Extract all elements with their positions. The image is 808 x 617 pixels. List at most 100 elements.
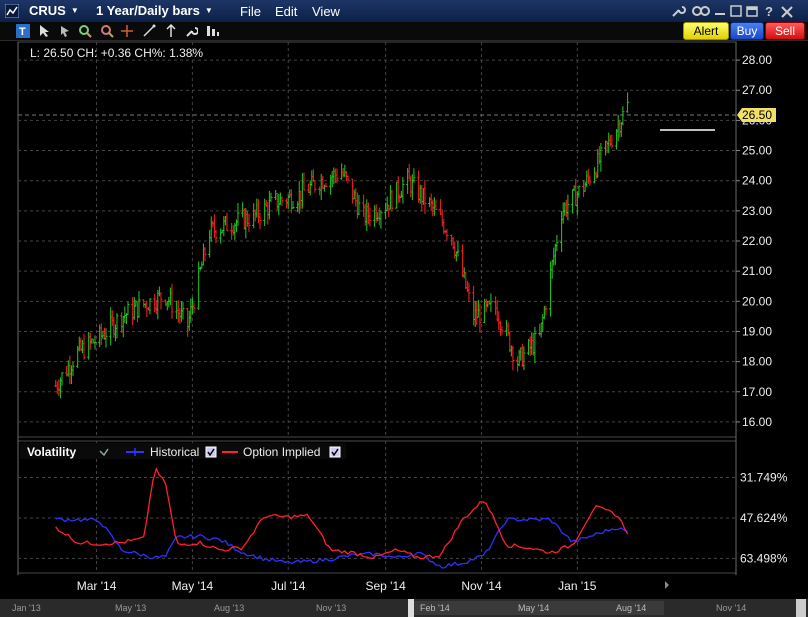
ohlc-bar <box>610 134 614 149</box>
ohlc-bar <box>242 208 246 230</box>
y-tick-label: 17.00 <box>742 385 772 399</box>
ohlc-bar <box>137 291 141 319</box>
y-tick-label: 25.00 <box>742 144 772 158</box>
ohlc-bar <box>297 180 301 214</box>
historical-volatility-line <box>55 517 628 569</box>
range-right-handle[interactable] <box>796 599 806 617</box>
ohlc-bar <box>311 169 315 182</box>
y-tick-label: 23.00 <box>742 204 772 218</box>
ohlc-bar <box>564 199 568 217</box>
range-label: Jan '13 <box>12 603 41 613</box>
ohlc-bar <box>511 345 515 371</box>
ohlc-bar <box>541 314 545 333</box>
ohlc-bar <box>494 296 498 316</box>
volatility-title: Volatility <box>27 445 76 459</box>
ohlc-bar <box>572 185 576 191</box>
ohlc-bar <box>586 168 590 184</box>
ohlc-bar <box>509 345 513 357</box>
ohlc-bar <box>280 196 284 206</box>
ohlc-bar <box>148 298 152 315</box>
historical-checkbox[interactable] <box>205 446 217 458</box>
legend-option-implied: Option Implied <box>243 445 320 459</box>
ohlc-bars <box>54 92 630 399</box>
ohlc-bar <box>289 189 293 213</box>
ohlc-bar <box>258 213 262 230</box>
scroll-right-icon[interactable] <box>665 581 669 589</box>
ohlc-bar <box>423 179 427 214</box>
ohlc-bar <box>87 331 91 360</box>
ohlc-bar <box>618 120 622 138</box>
ohlc-bar <box>440 209 444 227</box>
ohlc-bar <box>608 134 612 147</box>
ohlc-bar <box>209 216 213 242</box>
ohlc-bar <box>621 106 625 126</box>
ohlc-bar <box>505 320 509 337</box>
ohlc-bar <box>355 192 359 219</box>
ohlc-bar <box>154 300 158 315</box>
ohlc-bar <box>390 189 394 212</box>
last-price-value: 26.50 <box>742 108 772 122</box>
ohlc-bar <box>417 170 421 203</box>
ohlc-bar <box>398 194 402 203</box>
range-label: Feb '14 <box>420 603 450 613</box>
ohlc-bar <box>300 173 304 209</box>
range-label: Aug '14 <box>616 603 647 613</box>
ohlc-bar <box>473 300 477 328</box>
ohlc-bar <box>418 184 422 204</box>
ohlc-bar <box>247 213 251 232</box>
ohlc-bar <box>236 203 240 226</box>
ohlc-bar <box>66 360 70 377</box>
ohlc-bar <box>77 336 81 352</box>
ohlc-bar <box>93 335 97 350</box>
ohlc-bar <box>252 203 256 229</box>
ohlc-bar <box>483 298 487 323</box>
x-tick-label: May '14 <box>172 579 214 593</box>
ohlc-bar <box>112 316 116 338</box>
ohlc-bar <box>82 333 86 360</box>
y-tick-label: 16.00 <box>742 415 772 429</box>
ohlc-bar <box>346 175 350 184</box>
y-tick-label: 22.00 <box>742 234 772 248</box>
ohlc-bar <box>500 326 504 336</box>
ohlc-bar <box>519 347 523 361</box>
ohlc-bar <box>489 293 493 313</box>
option-implied-checkbox[interactable] <box>329 446 341 458</box>
ohlc-bar <box>522 346 526 371</box>
ohlc-bar <box>330 170 334 188</box>
chart-area[interactable]: 28.0027.0026.0025.0024.0023.0022.0021.00… <box>0 0 808 617</box>
ohlc-bar <box>528 336 532 357</box>
ohlc-bar <box>599 142 603 172</box>
ohlc-bar <box>212 214 216 238</box>
ohlc-bar <box>616 114 620 142</box>
ohlc-bar <box>156 289 160 320</box>
ohlc-bar <box>508 331 512 353</box>
ohlc-bar <box>310 170 314 186</box>
ohlc-bar <box>475 301 479 325</box>
ohlc-bar <box>552 247 556 266</box>
ohlc-bar <box>498 320 502 337</box>
ohlc-bar <box>560 211 564 253</box>
x-tick-label: Jan '15 <box>558 579 597 593</box>
y-tick-label: 21.00 <box>742 264 772 278</box>
ohlc-bar <box>225 212 229 232</box>
ohlc-bar <box>561 202 565 224</box>
x-tick-label: Mar '14 <box>77 579 117 593</box>
ohlc-bar <box>164 299 168 307</box>
ohlc-bar <box>120 312 124 333</box>
ohlc-bar <box>626 92 630 113</box>
ohlc-bar <box>179 301 183 323</box>
ohlc-bar <box>407 163 411 180</box>
ohlc-bar <box>99 323 103 345</box>
ohlc-bar <box>566 194 570 221</box>
ohlc-bar <box>181 301 185 320</box>
ohlc-bar <box>186 307 190 337</box>
ohlc-bar <box>253 209 257 222</box>
ohlc-bar <box>563 202 567 216</box>
ohlc-bar <box>288 189 292 198</box>
ohlc-bar <box>88 332 92 350</box>
ohlc-bar <box>230 223 234 240</box>
ohlc-bar <box>374 204 378 223</box>
ohlc-bar <box>168 287 172 306</box>
ohlc-bar <box>274 189 278 200</box>
ohlc-bar <box>165 301 169 311</box>
